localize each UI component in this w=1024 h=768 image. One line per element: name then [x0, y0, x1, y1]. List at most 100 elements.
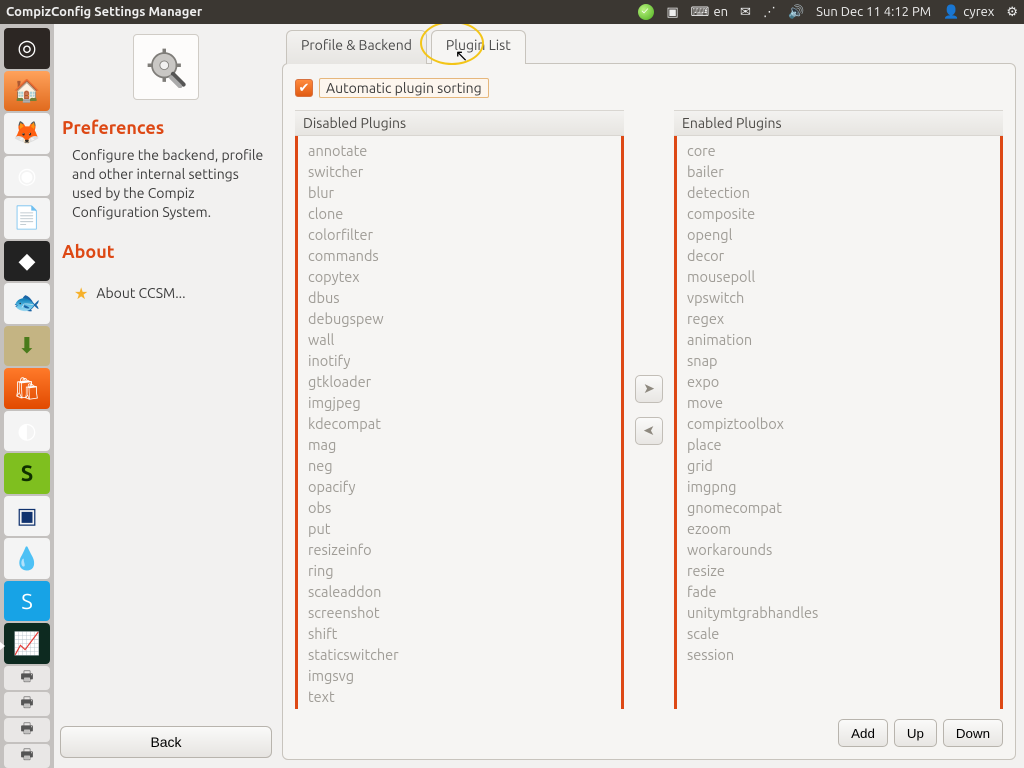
list-item[interactable]: staticswitcher	[298, 644, 621, 665]
list-item[interactable]: move	[677, 392, 1000, 413]
list-item[interactable]: text	[298, 686, 621, 707]
launcher-bluefish[interactable]: 🐟	[4, 283, 50, 324]
launcher-firefox[interactable]: 🦊	[4, 113, 50, 154]
launcher-dash[interactable]: ◎	[4, 28, 50, 69]
launcher-chrome[interactable]: ◉	[4, 156, 50, 197]
launcher-skype[interactable]: S	[4, 581, 50, 622]
list-item[interactable]: scale	[677, 623, 1000, 644]
list-item[interactable]: imgjpeg	[298, 392, 621, 413]
list-item[interactable]: neg	[298, 455, 621, 476]
about-ccsm-link[interactable]: ★ About CCSM...	[74, 284, 272, 303]
volume-icon[interactable]: 🔊	[788, 5, 804, 20]
add-button[interactable]: Add	[838, 719, 888, 747]
list-item[interactable]: imgpng	[677, 476, 1000, 497]
unity-launcher: ◎ 🏠 🦊 ◉ 📄 ◆ 🐟 ⬇ 🛍 ◐ S ▣ 💧 S 📈 🖶 🖶 🖶 🖶	[0, 24, 54, 768]
list-item[interactable]: decor	[677, 245, 1000, 266]
launcher-software[interactable]: 🛍	[4, 368, 50, 409]
down-button[interactable]: Down	[943, 719, 1003, 747]
launcher-downloads[interactable]: ⬇	[4, 326, 50, 367]
launcher-device-2[interactable]: 🖶	[4, 692, 50, 716]
enabled-list[interactable]: corebailerdetectioncompositeopengldecorm…	[674, 136, 1003, 709]
list-item[interactable]: gtkloader	[298, 371, 621, 392]
keyboard-indicator[interactable]: ⌨ en	[691, 5, 728, 20]
list-item[interactable]: opengl	[677, 224, 1000, 245]
launcher-inkscape[interactable]: ◆	[4, 241, 50, 282]
list-item[interactable]: scaleaddon	[298, 581, 621, 602]
list-item[interactable]: colorfilter	[298, 224, 621, 245]
move-left-button[interactable]: ➤	[635, 417, 663, 445]
list-item[interactable]: inotify	[298, 350, 621, 371]
list-item[interactable]: shift	[298, 623, 621, 644]
list-item[interactable]: resizeinfo	[298, 539, 621, 560]
launcher-device-4[interactable]: 🖶	[4, 744, 50, 768]
launcher-drop[interactable]: 💧	[4, 538, 50, 579]
list-item[interactable]: fade	[677, 581, 1000, 602]
system-gear-icon[interactable]: ⚙	[1006, 5, 1018, 20]
list-item[interactable]: snap	[677, 350, 1000, 371]
list-item[interactable]: obs	[298, 497, 621, 518]
list-item[interactable]: commands	[298, 245, 621, 266]
automatic-sorting-checkbox[interactable]: ✔	[295, 79, 313, 97]
list-item[interactable]: composite	[677, 203, 1000, 224]
status-ok-icon[interactable]	[638, 4, 654, 20]
list-item[interactable]: core	[677, 140, 1000, 161]
list-item[interactable]: copytex	[298, 266, 621, 287]
disabled-list[interactable]: annotateswitcherblurclonecolorfiltercomm…	[295, 136, 624, 709]
list-item[interactable]: place	[677, 434, 1000, 455]
list-item[interactable]: screenshot	[298, 602, 621, 623]
back-button[interactable]: Back	[60, 726, 272, 758]
launcher-virtualbox[interactable]: ▣	[4, 496, 50, 537]
launcher-device-3[interactable]: 🖶	[4, 718, 50, 742]
move-right-button[interactable]: ➤	[635, 375, 663, 403]
launcher-system-monitor[interactable]: 📈	[4, 623, 50, 664]
launcher-s[interactable]: S	[4, 453, 50, 494]
list-item[interactable]: kdecompat	[298, 413, 621, 434]
dropbox-icon[interactable]: ▣	[666, 5, 678, 20]
top-menu-bar: CompizConfig Settings Manager ▣ ⌨ en ✉ ⋰…	[0, 0, 1024, 24]
list-item[interactable]: mousepoll	[677, 266, 1000, 287]
list-item[interactable]: blur	[298, 182, 621, 203]
automatic-sorting-row: ✔ Automatic plugin sorting	[295, 78, 1003, 98]
main-pane: Profile & Backend Plugin List ↖ ✔ Automa…	[282, 24, 1024, 768]
list-item[interactable]: unitymtgrabhandles	[677, 602, 1000, 623]
list-item[interactable]: expo	[677, 371, 1000, 392]
list-item[interactable]: switcher	[298, 161, 621, 182]
list-item[interactable]: imgsvg	[298, 665, 621, 686]
list-item[interactable]: resize	[677, 560, 1000, 581]
list-item[interactable]: opacify	[298, 476, 621, 497]
list-item[interactable]: ezoom	[677, 518, 1000, 539]
tab-plugin-list-label: Plugin List	[446, 37, 511, 53]
up-button[interactable]: Up	[894, 719, 937, 747]
list-item[interactable]: vpswitch	[677, 287, 1000, 308]
list-item[interactable]: session	[677, 644, 1000, 665]
tab-profile-backend[interactable]: Profile & Backend	[286, 30, 427, 64]
list-item[interactable]: detection	[677, 182, 1000, 203]
list-item[interactable]: workarounds	[677, 539, 1000, 560]
list-item[interactable]: clone	[298, 203, 621, 224]
prefs-gear-icon	[133, 34, 199, 100]
launcher-files[interactable]: 🏠	[4, 71, 50, 112]
transfer-buttons: ➤ ➤	[632, 110, 666, 709]
launcher-writer[interactable]: 📄	[4, 198, 50, 239]
list-item[interactable]: debugspew	[298, 308, 621, 329]
list-item[interactable]: compiztoolbox	[677, 413, 1000, 434]
list-item[interactable]: animation	[677, 329, 1000, 350]
tab-plugin-list[interactable]: Plugin List ↖	[431, 30, 526, 64]
list-item[interactable]: gnomecompat	[677, 497, 1000, 518]
list-item[interactable]: ring	[298, 560, 621, 581]
plugin-lists: Disabled Plugins annotateswitcherblurclo…	[295, 110, 1003, 709]
list-item[interactable]: regex	[677, 308, 1000, 329]
mail-icon[interactable]: ✉	[740, 5, 751, 20]
list-item[interactable]: wall	[298, 329, 621, 350]
list-item[interactable]: grid	[677, 455, 1000, 476]
list-item[interactable]: annotate	[298, 140, 621, 161]
network-icon[interactable]: ⋰	[763, 5, 776, 20]
launcher-device-1[interactable]: 🖶	[4, 666, 50, 690]
launcher-updater[interactable]: ◐	[4, 411, 50, 452]
list-item[interactable]: put	[298, 518, 621, 539]
list-item[interactable]: bailer	[677, 161, 1000, 182]
list-item[interactable]: mag	[298, 434, 621, 455]
list-item[interactable]: dbus	[298, 287, 621, 308]
clock[interactable]: Sun Dec 11 4:12 PM	[816, 5, 931, 19]
user-menu[interactable]: 👤 cyrex	[943, 5, 994, 20]
